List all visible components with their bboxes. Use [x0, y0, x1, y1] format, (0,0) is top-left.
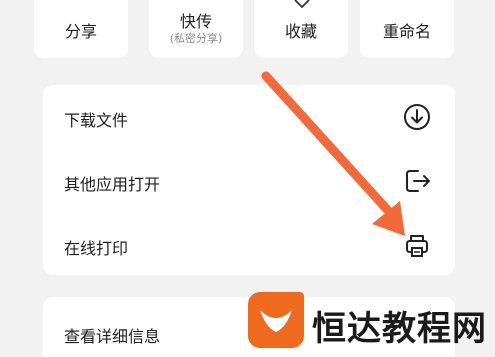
- share-label: 分享: [64, 22, 97, 41]
- quick-send-label: 快传: [179, 12, 212, 31]
- download-file-item[interactable]: 下载文件: [43, 85, 455, 147]
- action-list: 下载文件 其他应用打开 在线打印: [43, 85, 455, 275]
- favorite-label: 收藏: [284, 22, 317, 41]
- watermark-text: 恒达教程网: [312, 309, 487, 349]
- watermark-logo: [248, 292, 304, 348]
- quick-actions-row: 分享 快传 (私密分享) 收藏 重命名: [18, 0, 476, 62]
- online-print-item[interactable]: 在线打印: [43, 213, 455, 275]
- download-file-label: 下载文件: [64, 111, 129, 130]
- view-details-item[interactable]: 查看详细信息: [64, 323, 160, 347]
- open-external-icon: [406, 170, 430, 192]
- printer-icon: [406, 235, 428, 257]
- watermark: 恒达教程网: [248, 290, 495, 351]
- file-actions-sheet: 分享 快传 (私密分享) 收藏 重命名 下载文件 其他应用打开 在线打印 查看详…: [0, 0, 495, 357]
- open-with-other-app-item[interactable]: 其他应用打开: [43, 149, 455, 211]
- quick-send-button[interactable]: 快传 (私密分享): [149, 0, 243, 58]
- rename-button[interactable]: 重命名: [360, 0, 454, 58]
- rename-label: 重命名: [382, 22, 431, 41]
- quick-send-sublabel: (私密分享): [169, 32, 223, 45]
- share-button[interactable]: 分享: [34, 0, 128, 58]
- whale-tail-icon: [260, 310, 292, 332]
- download-icon: [404, 104, 430, 130]
- star-icon: [294, 0, 310, 8]
- open-with-other-app-label: 其他应用打开: [64, 175, 161, 194]
- online-print-label: 在线打印: [64, 239, 129, 258]
- favorite-button[interactable]: 收藏: [254, 0, 348, 58]
